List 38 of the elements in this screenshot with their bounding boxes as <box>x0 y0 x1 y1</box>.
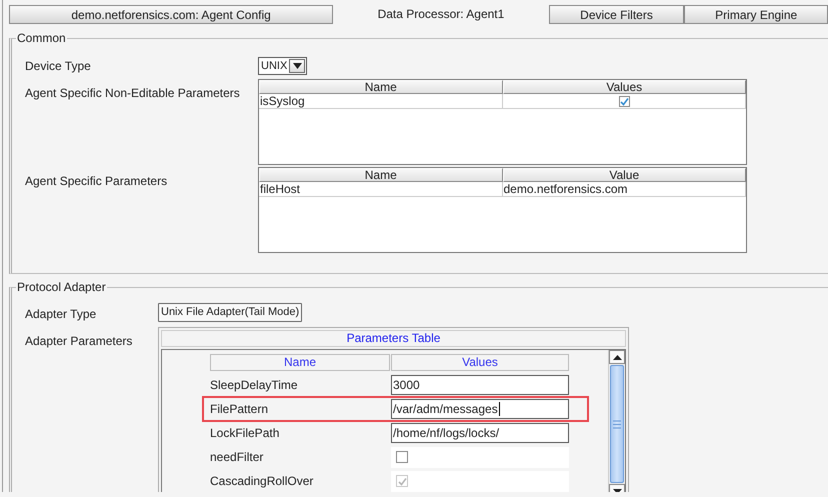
table-cell: fileHost <box>259 182 502 197</box>
column-header[interactable]: Name <box>259 80 502 94</box>
tab[interactable]: Primary Engine <box>684 5 828 24</box>
column-header[interactable]: Values <box>391 354 569 370</box>
grip-icon <box>613 420 621 428</box>
parameter-name: needFilter <box>210 450 264 464</box>
dropdown[interactable]: UNIX <box>258 57 308 75</box>
group-title: Common <box>16 31 67 45</box>
field-label: Adapter Type <box>25 306 98 322</box>
checkbox[interactable] <box>618 96 630 106</box>
parameter-name: FilePattern <box>210 402 270 416</box>
column-header[interactable]: Value <box>502 168 746 182</box>
table-cell: isSyslog <box>259 94 502 109</box>
column-header[interactable]: Values <box>502 80 746 94</box>
table-title: Parameters Table <box>161 330 626 347</box>
field-label: Adapter Parameters <box>25 333 134 349</box>
field-label: Agent Specific Parameters <box>25 173 168 189</box>
checkbox[interactable] <box>396 451 408 463</box>
field-label: Agent Specific Non-Editable Parameters <box>25 85 241 101</box>
input-field[interactable]: 3000 <box>391 375 569 395</box>
tab[interactable]: Device Filters <box>548 5 684 24</box>
caret-icon <box>292 63 302 69</box>
tab[interactable]: demo.netforensics.com: Agent Config <box>9 5 334 24</box>
field-label: Device Type <box>25 58 92 74</box>
scroll-thumb[interactable] <box>610 365 624 483</box>
table-cell: demo.netforensics.com <box>502 182 746 197</box>
scroll-up-icon <box>612 354 622 360</box>
parameter-name: SleepDelayTime <box>210 378 299 392</box>
input-field[interactable]: /home/nf/logs/locks/ <box>391 423 569 443</box>
parameter-name: LockFilePath <box>210 426 280 440</box>
column-header[interactable]: Name <box>259 168 502 182</box>
parameter-name: CascadingRollOver <box>210 474 314 488</box>
scroll-down-icon <box>612 488 622 492</box>
dropdown[interactable]: Unix File Adapter(Tail Mode) <box>158 303 302 322</box>
scrollbar[interactable] <box>608 350 625 492</box>
input-field[interactable]: /var/adm/messages <box>391 399 569 419</box>
group-title: Protocol Adapter <box>16 280 107 294</box>
column-header[interactable]: Name <box>210 354 390 370</box>
